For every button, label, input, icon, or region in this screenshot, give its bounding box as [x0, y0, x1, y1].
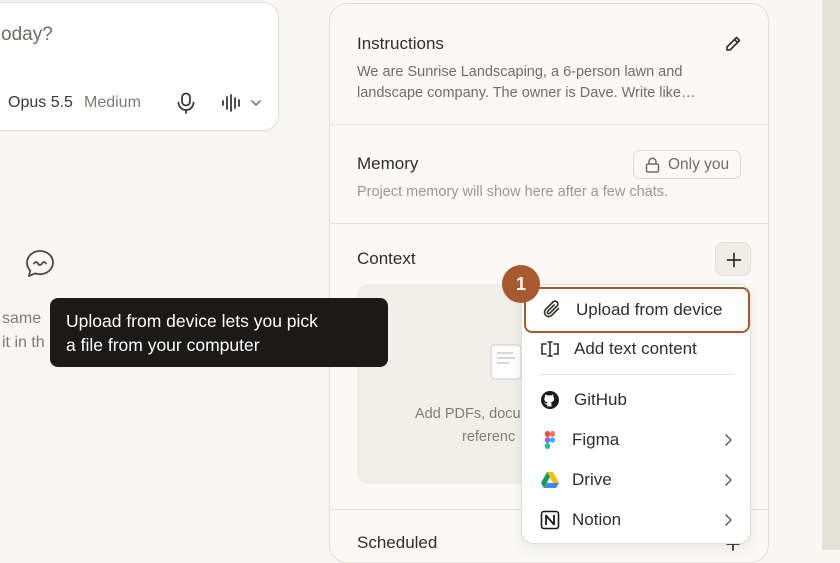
menu-item-notion[interactable]: Notion — [522, 500, 750, 540]
text-cursor-icon — [541, 341, 559, 357]
menu-item-figma[interactable]: Figma — [522, 420, 750, 460]
document-stack-icon — [490, 344, 522, 380]
empty-state-text-line2: it in th — [2, 334, 45, 351]
section-divider — [330, 223, 768, 224]
menu-item-add-text-content[interactable]: Add text content — [522, 329, 750, 369]
voice-mode-icon[interactable] — [221, 94, 243, 112]
tooltip: Upload from device lets you pick a file … — [50, 298, 388, 367]
github-icon — [541, 391, 559, 409]
menu-item-drive[interactable]: Drive — [522, 460, 750, 500]
chevron-right-icon — [725, 474, 733, 486]
edit-pencil-icon[interactable] — [724, 35, 742, 53]
section-divider — [330, 124, 768, 125]
scheduled-title: Scheduled — [357, 533, 438, 552]
chat-composer[interactable]: oday? Opus 5.5 Medium — [0, 2, 279, 131]
add-context-button[interactable] — [715, 242, 751, 276]
window-edge — [822, 0, 840, 550]
figma-icon — [545, 431, 556, 449]
menu-divider — [540, 374, 734, 375]
menu-label: GitHub — [574, 390, 627, 409]
effort-selector[interactable]: Medium — [84, 94, 141, 112]
memory-description: Project memory will show here after a fe… — [357, 184, 669, 200]
step-number-badge: 1 — [502, 265, 540, 303]
menu-label: Upload from device — [576, 300, 723, 319]
visibility-label: Only you — [668, 156, 730, 173]
instructions-title: Instructions — [357, 34, 444, 53]
add-context-menu: Upload from device Add text content GitH… — [521, 284, 751, 544]
dropzone-text-line2: referenc — [462, 429, 516, 445]
model-selector[interactable]: Opus 5.5 — [8, 94, 73, 112]
chevron-right-icon — [725, 514, 733, 526]
menu-item-upload-from-device[interactable]: Upload from device — [524, 287, 750, 333]
microphone-icon[interactable] — [176, 92, 196, 114]
menu-label: Add text content — [574, 339, 697, 358]
chevron-down-icon[interactable] — [250, 97, 262, 109]
tooltip-line1: Upload from device lets you pick — [66, 311, 318, 331]
menu-label: Figma — [572, 430, 620, 449]
notion-icon — [540, 510, 560, 530]
memory-visibility-badge[interactable]: Only you — [633, 150, 741, 179]
tooltip-line2: a file from your computer — [66, 335, 260, 355]
context-title: Context — [357, 249, 416, 268]
instructions-text[interactable]: We are Sunrise Landscaping, a 6-person l… — [357, 62, 727, 104]
plus-icon — [726, 252, 742, 268]
dropzone-text-line1: Add PDFs, docu — [415, 406, 521, 422]
lock-icon — [645, 157, 660, 173]
menu-item-github[interactable]: GitHub — [522, 380, 750, 420]
memory-title: Memory — [357, 154, 419, 173]
chevron-right-icon — [725, 434, 733, 446]
menu-label: Drive — [572, 470, 612, 489]
paperclip-icon — [543, 300, 560, 318]
google-drive-icon — [541, 472, 559, 488]
menu-label: Notion — [572, 510, 622, 529]
chat-bubble-icon — [26, 250, 54, 277]
empty-state-text-line1: same — [2, 310, 42, 327]
composer-placeholder: oday? — [1, 24, 53, 45]
